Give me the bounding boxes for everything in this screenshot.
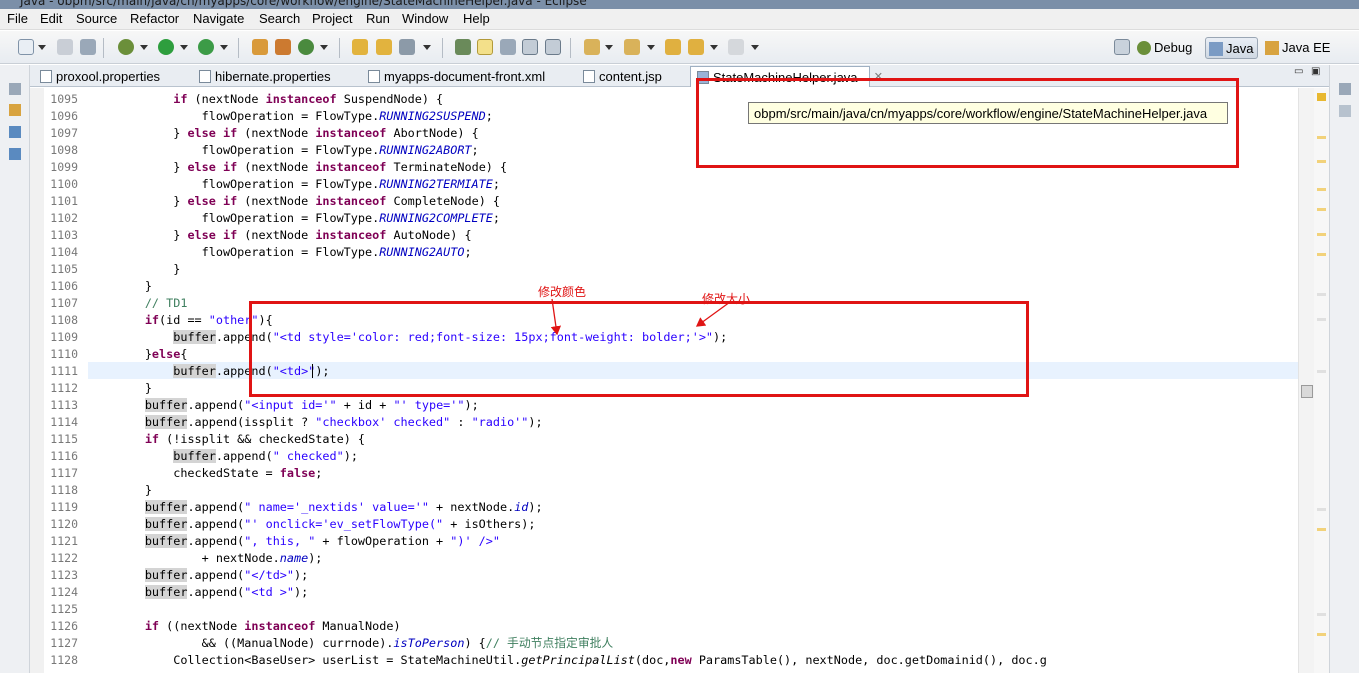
- size-arrow: [695, 301, 731, 327]
- color-arrow: [550, 298, 562, 336]
- annotation-arrows: [550, 298, 731, 336]
